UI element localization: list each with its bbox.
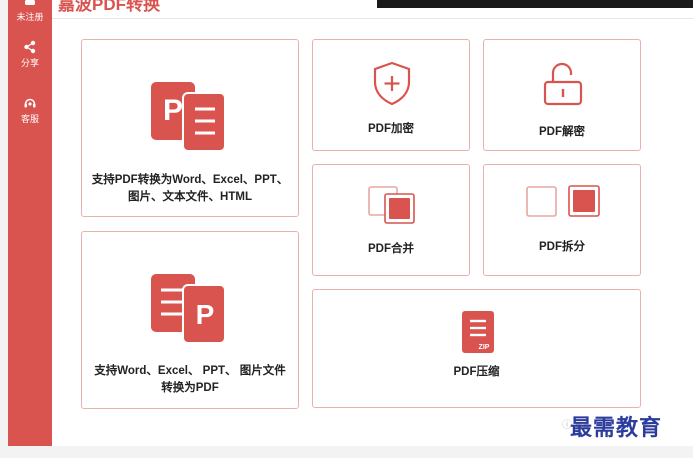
zip-badge: ZIP — [479, 344, 490, 351]
card-description-line1: 支持Word、Excel、 PPT、 图片文件 — [94, 365, 286, 377]
merge-icon — [368, 186, 415, 224]
pdf-merge-card[interactable]: PDF合并 — [312, 164, 470, 276]
sidebar-item-label: 分享 — [20, 58, 39, 68]
unlock-icon — [543, 62, 583, 106]
shield-plus-icon — [373, 61, 411, 106]
svg-text:P: P — [163, 94, 183, 127]
other-to-pdf-card[interactable]: P 支持Word、Excel、 PPT、 图片文件 转换为PDF — [81, 231, 299, 409]
app-title: 嘉波PDF转换 — [58, 0, 160, 14]
card-description-line1: 支持PDF转换为Word、Excel、PPT、 — [91, 174, 289, 186]
app-window: 未注册 分享 客服 嘉波PDF转换 P 支持PDF转换为Word、Excel、P… — [8, 0, 693, 446]
zip-file-icon: ZIP — [462, 311, 494, 353]
card-description: 支持PDF转换为Word、Excel、PPT、 图片、文本文件、HTML — [82, 172, 298, 206]
user-icon — [25, 0, 35, 5]
doc-to-pdf-icon: P — [151, 274, 226, 344]
sidebar-item-register[interactable]: 未注册 — [8, 0, 52, 23]
card-description-line2: 图片、文本文件、HTML — [128, 191, 252, 203]
sidebar-item-share[interactable]: 分享 — [8, 40, 52, 69]
card-label: PDF解密 — [539, 126, 585, 138]
card-label: PDF压缩 — [453, 366, 500, 378]
card-label: PDF合并 — [368, 243, 414, 255]
split-icon — [526, 185, 600, 217]
pdf-encrypt-card[interactable]: PDF加密 — [312, 39, 470, 151]
pdf-decrypt-card[interactable]: PDF解密 — [483, 39, 641, 151]
watermark-logo: 最需教育 — [570, 415, 663, 441]
headset-icon — [24, 98, 36, 108]
card-description: 支持Word、Excel、 PPT、 图片文件 转换为PDF — [82, 363, 298, 397]
pdf-split-card[interactable]: PDF拆分 — [483, 164, 641, 276]
card-label: PDF加密 — [368, 123, 414, 135]
svg-text:P: P — [196, 299, 215, 330]
card-label: PDF拆分 — [539, 241, 585, 253]
pdf-to-other-card[interactable]: P 支持PDF转换为Word、Excel、PPT、 图片、文本文件、HTML — [81, 39, 299, 217]
pdf-compress-card[interactable]: ZIP PDF压缩 — [312, 289, 641, 408]
share-icon — [24, 40, 36, 54]
sidebar-item-label: 未注册 — [16, 12, 44, 22]
overlay-dark-bar — [377, 0, 693, 8]
card-description-line2: 转换为PDF — [161, 382, 219, 394]
sidebar-item-service[interactable]: 客服 — [8, 96, 52, 125]
sidebar-item-label: 客服 — [20, 114, 39, 124]
header-divider — [52, 18, 693, 19]
sidebar: 未注册 分享 客服 — [8, 0, 52, 446]
pdf-to-doc-icon: P — [151, 82, 226, 152]
